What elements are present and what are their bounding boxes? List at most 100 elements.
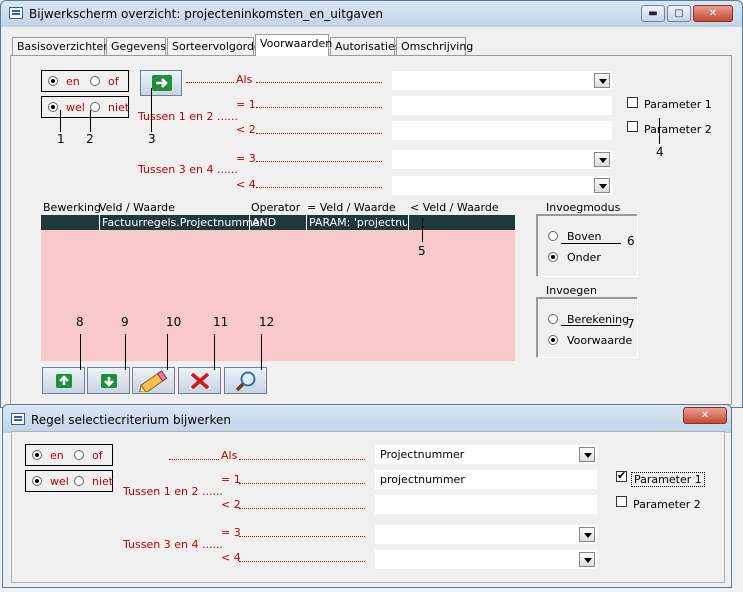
dialog-als-combo[interactable]: Projectnummer [375,445,597,464]
dialog-radio-en-label: en [50,449,64,462]
dialog-parameter1-checkbox[interactable] [616,469,627,482]
als-leader-2 [256,82,382,83]
radio-of[interactable] [90,76,100,86]
callout-9: 9 [121,315,129,329]
grid-col-divider [408,215,409,230]
arrow-right-icon [152,75,172,91]
criteria-grid[interactable]: Factuurregels.Projectnummer AND PARAM: '… [41,215,515,361]
callout-4: 4 [656,145,664,159]
callout-10: 10 [166,315,182,329]
radio-niet[interactable] [90,102,100,112]
minimize-button[interactable]: ▬ [641,5,665,22]
radio-wel[interactable] [48,102,58,112]
move-down-button[interactable] [87,367,130,394]
tab-sorteervolgorde[interactable]: Sorteervolgorde [167,37,261,55]
lt2-leader [256,133,382,134]
tab-autorisaties[interactable]: Autorisaties [330,37,400,55]
dialog-eq3-combo[interactable] [375,525,597,544]
dialog-lt2-leader [239,508,365,509]
dialog-radio-en[interactable] [32,450,42,460]
grid-header-bewerking: Bewerking [43,201,101,214]
search-button[interactable] [224,367,267,394]
dialog-label-lt2: < 2 [221,498,241,511]
magnifier-icon [235,371,256,392]
label-eq3: = 3 [236,152,256,165]
wel-niet-group: wel niet [41,96,129,118]
callout-line-1 [60,110,61,132]
callout-line-5 [422,218,423,242]
dialog-parameter2-label: Parameter 2 [633,498,701,511]
chevron-down-icon[interactable] [594,152,610,167]
lt4-leader [256,187,382,188]
dialog-lt4-combo[interactable] [375,550,597,569]
dialog-window: Regel selectiecriterium bijwerken ✕ en o… [2,404,732,588]
callout-1: 1 [57,132,65,146]
close-button[interactable]: ✕ [693,5,733,22]
eq3-combo[interactable] [392,150,612,169]
lt4-combo[interactable] [392,176,612,195]
invoegmodus-title: Invoegmodus [546,201,621,214]
dialog-radio-wel[interactable] [32,476,42,486]
apply-button[interactable] [140,70,182,96]
callout-12: 12 [259,315,275,329]
chevron-down-icon[interactable] [579,552,595,567]
dialog-eq1-field[interactable]: projectnummer [375,470,597,489]
invoegmodus-group: Boven Onder [536,214,638,277]
radio-of-label: of [108,75,119,88]
dialog-eq1-leader [239,483,365,484]
dialog-radio-of[interactable] [74,450,84,460]
grid-header-lt-veld: < Veld / Waarde [410,201,499,214]
edit-button[interactable] [132,367,175,394]
chevron-down-icon[interactable] [594,73,610,88]
delete-button[interactable] [178,367,221,394]
dialog-label-tussen34: Tussen 3 en 4 ...... [123,538,223,551]
tab-voorwaarden[interactable]: Voorwaarden [255,34,332,56]
dialog-label-eq1: = 1 [221,473,241,486]
als-leader [186,82,234,83]
radio-en[interactable] [48,76,58,86]
parameter1-checkbox[interactable] [627,97,638,108]
parameter2-checkbox[interactable] [627,121,638,132]
callout-line-12 [261,334,262,370]
move-up-button[interactable] [42,367,85,394]
dialog-lt4-leader [239,561,365,562]
radio-boven[interactable] [548,231,558,241]
lt2-field[interactable] [392,121,612,140]
radio-onder-label: Onder [567,251,601,264]
dialog-parameter2-checkbox[interactable] [616,496,627,507]
pencil-eraser-icon [139,370,168,392]
dialog-close-button[interactable]: ✕ [683,407,727,424]
callout-5: 5 [418,244,426,258]
tab-omschrijving[interactable]: Omschrijving [396,37,473,55]
chevron-down-icon[interactable] [579,447,595,462]
main-titlebar[interactable]: Bijwerkscherm overzicht: projecteninkoms… [1,1,742,27]
chevron-down-icon[interactable] [594,178,610,193]
radio-berekening[interactable] [548,314,558,324]
grid-col-divider [306,215,307,230]
radio-wel-label: wel [66,101,85,114]
radio-onder[interactable] [548,252,558,262]
dialog-eq3-leader [239,536,365,537]
eq1-field[interactable] [392,96,612,115]
radio-boven-label: Boven [567,230,602,243]
dialog-lt2-field[interactable] [375,495,597,514]
tab-basisoverzichten[interactable]: Basisoverzichten [12,37,110,55]
callout-line-8 [80,334,81,370]
dialog-radio-niet[interactable] [74,476,84,486]
dialog-label-lt4: < 4 [221,551,241,564]
label-als: Als [236,73,253,86]
maximize-button[interactable]: ▢ [667,5,691,22]
tab-gegevens[interactable]: Gegevens [106,37,166,55]
table-row[interactable]: Factuurregels.Projectnummer AND PARAM: '… [41,215,515,230]
callout-line-4 [659,118,660,144]
callout-line-7 [561,325,621,326]
als-combo[interactable] [392,71,612,90]
callout-2: 2 [86,132,94,146]
callout-line-3 [151,88,152,132]
chevron-down-icon[interactable] [579,527,595,542]
dialog-titlebar[interactable]: Regel selectiecriterium bijwerken ✕ [3,405,731,433]
grid-header-veld: Veld / Waarde [99,201,175,214]
radio-voorwaarde[interactable] [548,335,558,345]
callout-11: 11 [213,315,229,329]
label-eq1: = 1 [236,98,256,111]
